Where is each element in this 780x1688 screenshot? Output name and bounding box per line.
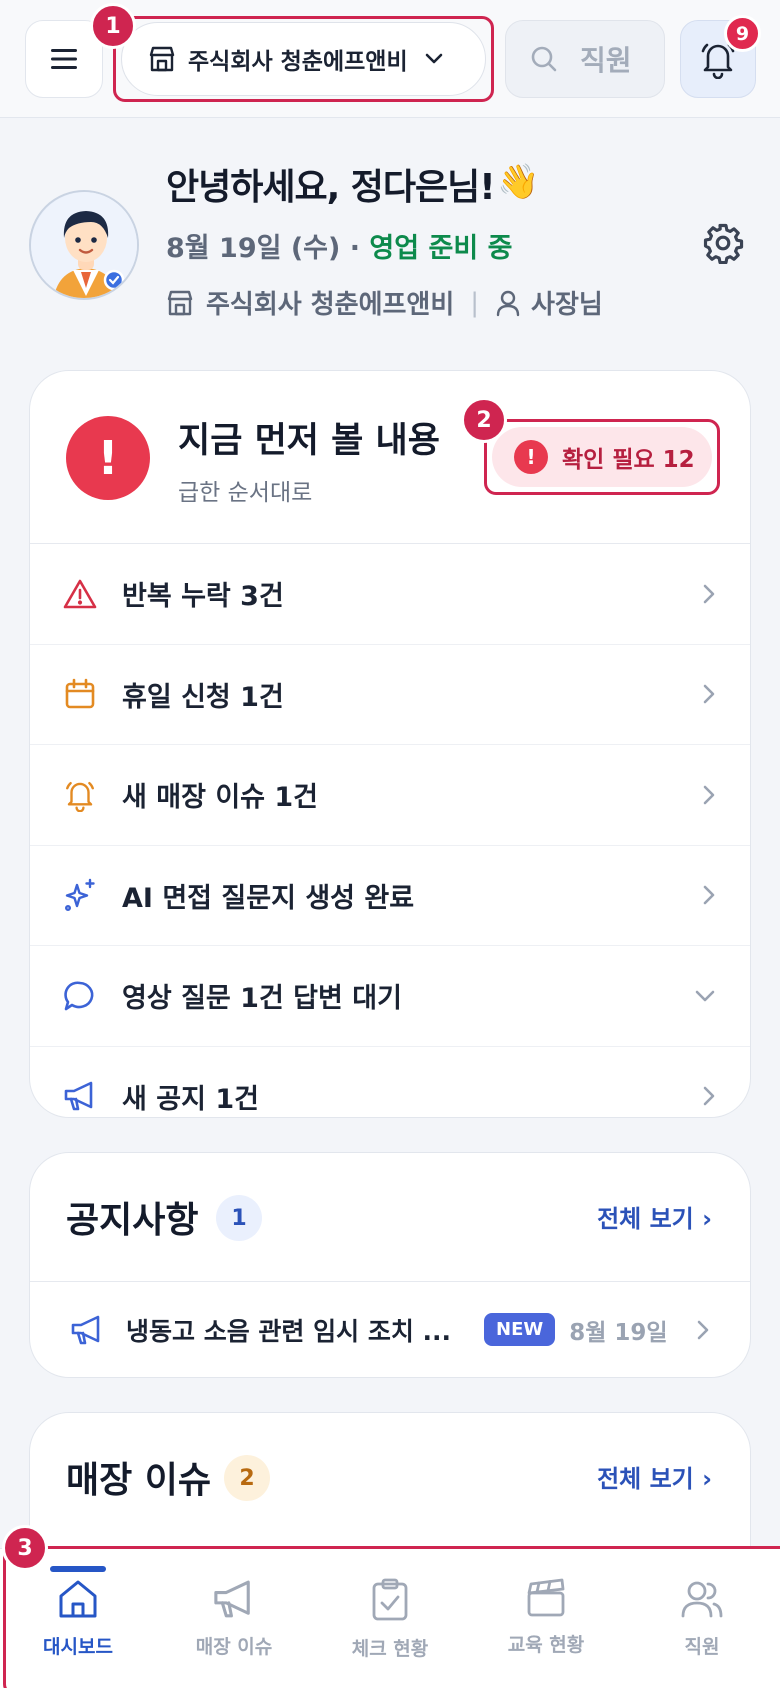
step-badge-2: 2 — [461, 397, 507, 443]
chat-bubble-icon — [62, 978, 98, 1014]
megaphone-icon — [71, 1315, 100, 1344]
need-check-label: 확인 필요 12 — [562, 447, 695, 473]
settings-button[interactable] — [702, 222, 744, 268]
chevron-right-icon — [703, 584, 715, 604]
notices-title: 공지사항 — [66, 1200, 199, 1241]
profile-meta: 주식회사 청춘에프앤비 | 사장님 — [166, 284, 603, 321]
priority-item-holiday[interactable]: 휴일 신청 1건 — [30, 645, 750, 745]
avatar — [29, 190, 139, 300]
priority-item-video-question[interactable]: 영상 질문 1건 답변 대기 — [30, 946, 750, 1047]
priority-card: ! 지금 먼저 볼 내용 급한 순서대로 ! 확인 필요 12 반복 누락 3건… — [29, 370, 751, 1118]
chevron-down-icon — [695, 990, 715, 1002]
store-selector[interactable]: 주식회사 청춘에프앤비 — [121, 22, 486, 96]
priority-title: 지금 먼저 볼 내용 — [178, 421, 440, 461]
notification-count-badge: 9 — [724, 15, 761, 52]
profile-store-name: 주식회사 청춘에프앤비 — [206, 290, 455, 320]
step-badge-1: 1 — [90, 3, 136, 49]
warning-icon — [62, 576, 98, 612]
waving-hand-icon: 👋 — [497, 162, 540, 202]
exclamation-icon: ! — [514, 440, 548, 474]
hamburger-icon — [51, 49, 77, 69]
store-issues-see-all-link[interactable]: 전체 보기 › — [597, 1459, 712, 1494]
priority-subtitle: 급한 순서대로 — [178, 480, 313, 506]
notice-title: 냉동고 소음 관련 임시 조치 ... — [126, 1316, 452, 1346]
priority-item-notice[interactable]: 새 공지 1건 — [30, 1047, 750, 1118]
priority-item-label: 새 매장 이슈 1건 — [122, 782, 319, 814]
notices-see-all-link[interactable]: 전체 보기 › — [597, 1199, 712, 1234]
greeting-text: 안녕하세요, 정다은님! — [166, 167, 496, 208]
priority-item-label: 반복 누락 3건 — [122, 581, 284, 613]
need-check-button[interactable]: ! 확인 필요 12 — [492, 427, 712, 487]
new-badge: NEW — [484, 1313, 556, 1346]
priority-item-label: 새 공지 1건 — [122, 1083, 259, 1115]
store-name: 주식회사 청춘에프앤비 — [188, 49, 408, 75]
notices-card: 공지사항 1 전체 보기 › 냉동고 소음 관련 임시 조치 ... NEW 8… — [29, 1152, 751, 1378]
megaphone-icon — [62, 1078, 98, 1114]
chevron-down-icon — [425, 53, 442, 64]
priority-item-ai-interview[interactable]: AI 면접 질문지 생성 완료 — [30, 846, 750, 946]
chevron-right-icon — [703, 885, 715, 905]
step-badge-3: 3 — [2, 1525, 48, 1571]
notices-count-badge: 1 — [216, 1195, 262, 1241]
exclamation-icon: ! — [66, 416, 150, 500]
store-issues-title: 매장 이슈 — [66, 1460, 212, 1501]
chevron-right-icon — [703, 684, 715, 704]
user-icon — [496, 290, 520, 316]
chevron-right-icon — [697, 1320, 709, 1339]
calendar-icon — [62, 676, 98, 712]
bottom-nav-highlight — [3, 1546, 780, 1688]
store-icon — [167, 290, 193, 315]
meta-separator: | — [470, 287, 480, 318]
business-status: 영업 준비 중 — [369, 233, 513, 264]
date-status-line: 8월 19일 (수) · 영업 준비 중 — [166, 226, 512, 265]
priority-item-missing[interactable]: 반복 누락 3건 — [30, 544, 750, 645]
search-icon — [531, 46, 557, 72]
chevron-right-icon — [703, 1086, 715, 1106]
priority-item-label: AI 면접 질문지 생성 완료 — [122, 882, 415, 914]
notice-date: 8월 19일 — [569, 1319, 668, 1346]
priority-item-store-issue[interactable]: 새 매장 이슈 1건 — [30, 745, 750, 846]
store-issues-count-badge: 2 — [224, 1455, 270, 1501]
bell-ring-icon — [62, 777, 98, 813]
search-input[interactable]: 직원 — [505, 20, 665, 98]
priority-list: 반복 누락 3건 휴일 신청 1건 새 매장 이슈 1건 AI 면접 질문지 생… — [30, 543, 750, 1118]
sparkle-icon — [62, 877, 98, 913]
search-placeholder: 직원 — [580, 44, 632, 77]
profile-role: 사장님 — [531, 290, 603, 320]
gear-icon — [703, 223, 744, 265]
chevron-right-icon — [703, 785, 715, 805]
notice-list-item[interactable]: 냉동고 소음 관련 임시 조치 ... NEW 8월 19일 — [30, 1281, 750, 1377]
date-text: 8월 19일 (수) · — [166, 233, 370, 264]
priority-item-label: 휴일 신청 1건 — [122, 681, 284, 713]
store-icon — [149, 46, 175, 72]
priority-item-label: 영상 질문 1건 답변 대기 — [122, 983, 402, 1015]
